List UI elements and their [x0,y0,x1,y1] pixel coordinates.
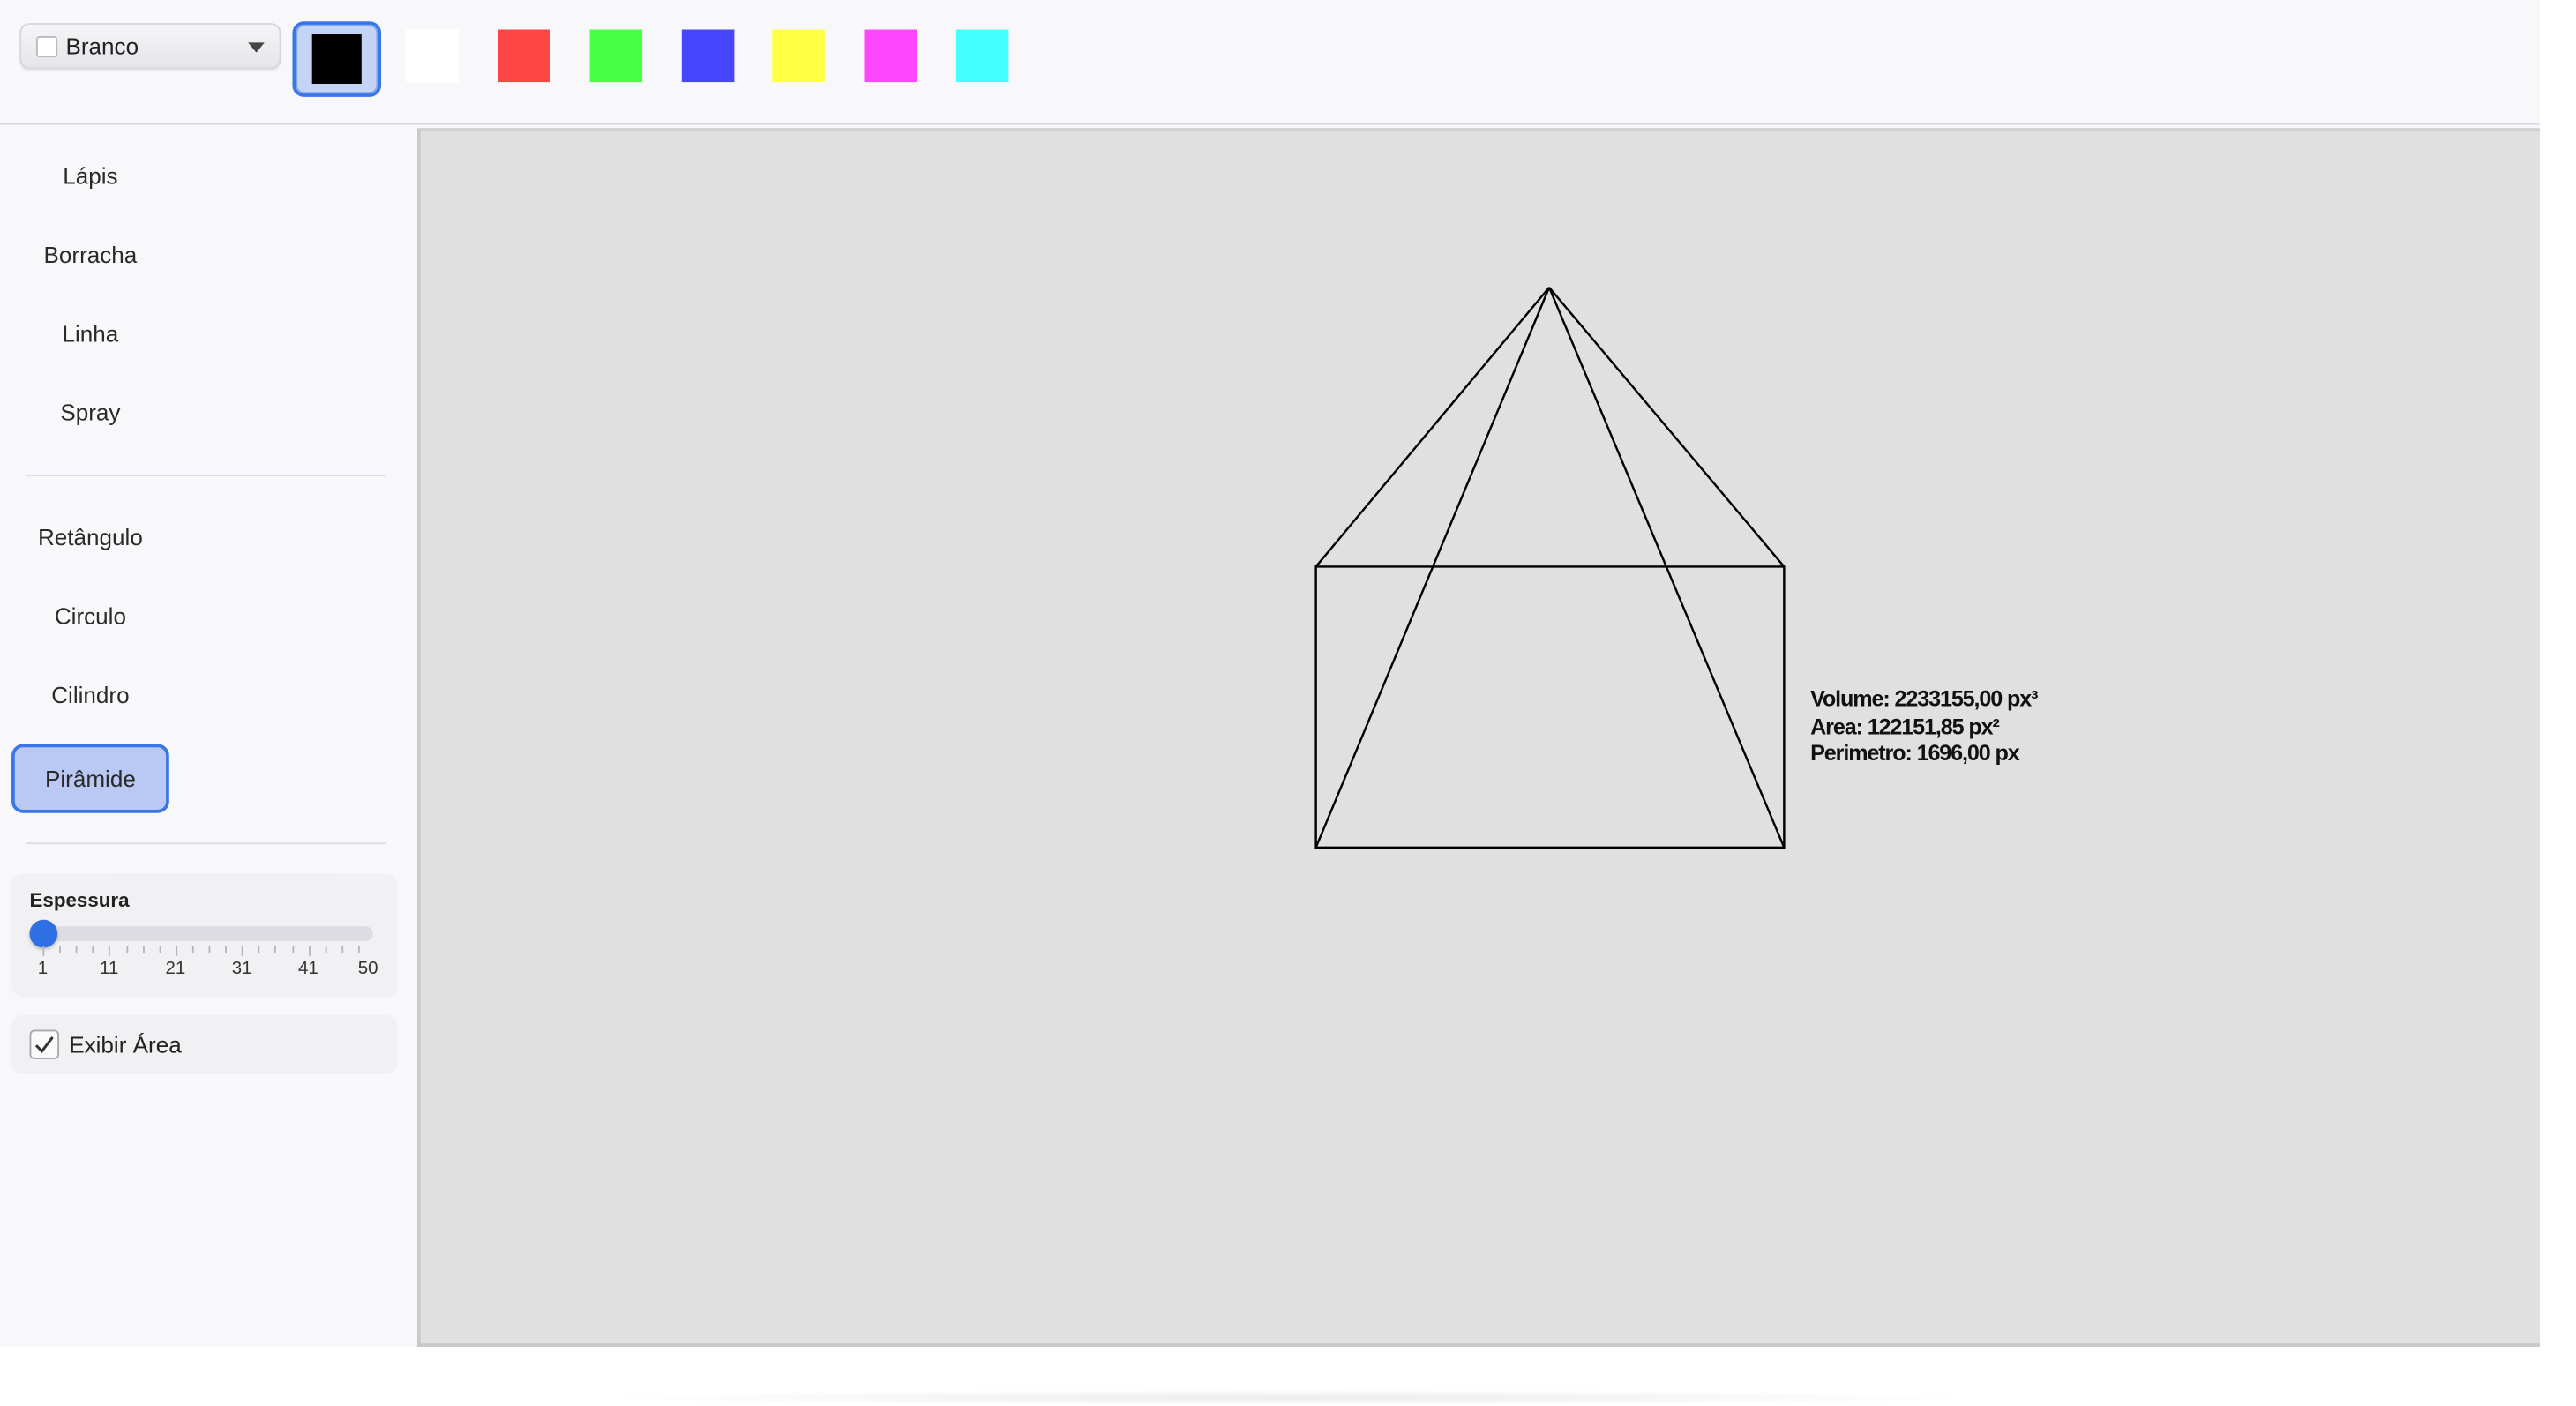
slider-tick [208,946,211,954]
checkmark-icon [34,1036,54,1054]
swatch-black[interactable] [292,21,382,97]
swatch-cyan[interactable] [955,29,1009,83]
swatch-green[interactable] [589,29,643,83]
slider-tick [258,946,260,954]
slider-tick [142,946,145,954]
slider-tick [225,946,228,954]
swatch-white[interactable] [405,29,459,83]
color-select-value: Branco [65,33,139,60]
thickness-slider-thumb[interactable] [28,919,57,948]
thickness-slider-track[interactable] [29,926,373,941]
slider-tick [357,946,360,954]
slider-tick [59,946,62,954]
volume-readout: Volume: 2233155,00 px³ [1810,686,2038,712]
sidebar-divider [26,475,386,477]
drawing-canvas[interactable]: Volume: 2233155,00 px³ Area: 122151,85 p… [416,128,2540,1347]
swatch-magenta[interactable] [864,29,917,83]
show-area-label[interactable]: Exibir Área [69,1031,182,1058]
slider-tick [92,946,94,954]
slider-tick-label: 1 [37,959,49,979]
slider-tick [242,946,244,956]
tool-cylinder-button[interactable]: Cilindro [0,662,181,727]
swatch-blue[interactable] [681,29,735,83]
tool-line-button[interactable]: Linha [0,301,181,366]
show-area-checkbox[interactable] [29,1029,60,1060]
swatch-red[interactable] [498,29,550,83]
swatch-yellow[interactable] [772,29,825,83]
slider-tick [308,946,311,956]
toolbar: Branco [0,0,2540,125]
area-readout: Area: 122151,85 px² [1810,714,2000,739]
slider-tick [325,946,327,954]
slider-tick [109,946,111,956]
perimeter-readout: Perimetro: 1696,00 px [1810,740,2020,766]
stage: Branco Lápis Borracha Linha Spray Retâng… [0,0,2576,1406]
swatch-black-fill [311,34,362,84]
chevron-down-icon [248,42,265,53]
slider-tick-label: 21 [165,959,186,979]
pyramid-edge-left [1314,287,1550,568]
slider-tick-label: 41 [297,959,318,979]
slider-tick [341,946,343,954]
slider-tick-label: 31 [231,959,252,979]
slider-tick-label: 50 [357,959,378,979]
slider-tick [159,946,161,954]
pyramid-edge-right [1548,287,1786,568]
tool-sidebar: Lápis Borracha Linha Spray Retângulo Cir… [0,126,415,1347]
pyramid-drawing [1314,287,1786,849]
slider-tick-label: 11 [100,959,119,979]
slider-tick [125,946,128,954]
slider-tick [42,946,45,956]
tool-eraser-button[interactable]: Borracha [0,221,181,287]
show-area-panel: Exibir Área [11,1014,398,1074]
slider-tick [175,946,177,956]
sidebar-divider [26,842,386,845]
tool-pyramid-button[interactable]: Pirâmide [11,744,169,813]
color-select-dropdown[interactable]: Branco [19,23,281,70]
tool-rectangle-button[interactable]: Retângulo [0,505,181,570]
slider-tick [291,946,294,954]
thickness-title: Espessura [29,888,130,912]
white-square-icon [35,35,58,57]
thickness-panel: Espessura 1 11 21 31 41 50 [11,873,398,998]
window-shadow [591,1389,1988,1406]
tool-spray-button[interactable]: Spray [0,379,181,445]
tool-pencil-button[interactable]: Lápis [0,143,181,208]
slider-tick [191,946,194,954]
shape-measurements: Volume: 2233155,00 px³ Area: 122151,85 p… [1810,686,2038,767]
paint-app-window: Branco Lápis Borracha Linha Spray Retâng… [0,0,2540,1347]
slider-tick [76,946,78,954]
tool-circle-button[interactable]: Circulo [0,583,181,648]
pyramid-base-rectangle [1314,565,1786,849]
slider-tick [274,946,277,954]
